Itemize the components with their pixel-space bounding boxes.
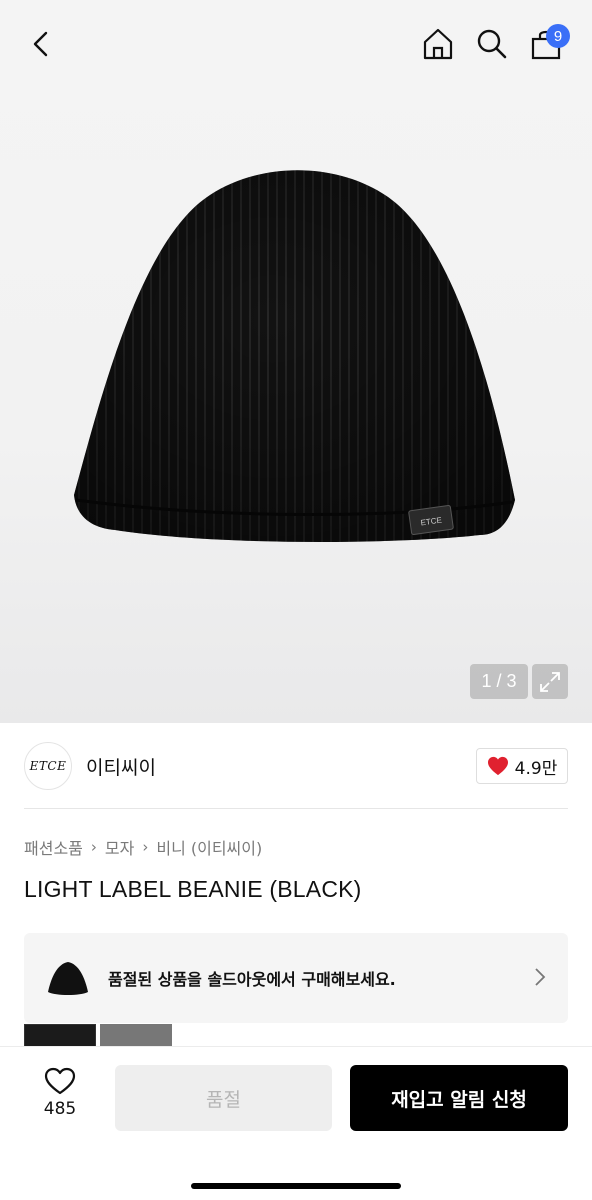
brand-logo[interactable]: ETCE (24, 742, 72, 790)
brand-like-count: 4.9만 (514, 758, 558, 779)
chevron-right-icon (535, 968, 546, 986)
brand-name[interactable]: 이티씨이 (86, 753, 156, 780)
back-button[interactable] (20, 22, 64, 66)
breadcrumb-item[interactable]: 모자 (105, 835, 134, 859)
expand-icon (540, 671, 560, 692)
heart-icon (487, 756, 508, 776)
image-pager-indicator: 1 / 3 (470, 664, 528, 699)
heart-outline-icon (44, 1067, 76, 1095)
home-indicator (191, 1183, 401, 1189)
banner-thumbnail (38, 948, 98, 1008)
search-button[interactable] (470, 22, 514, 66)
soldout-button: 품절 (115, 1065, 332, 1131)
bottom-action-bar: 485 품절 재입고 알림 신청 (0, 1046, 592, 1200)
chevron-right-icon: › (142, 838, 149, 856)
chevron-right-icon: › (90, 838, 97, 856)
divider (24, 808, 568, 809)
brand-like-button[interactable]: 4.9만 (476, 748, 568, 784)
restock-notification-button[interactable]: 재입고 알림 신청 (350, 1065, 568, 1131)
expand-image-button[interactable] (532, 664, 568, 699)
product-title: LIGHT LABEL BEANIE (BLACK) (24, 876, 362, 902)
top-navigation-bar: 9 (0, 0, 592, 90)
home-button[interactable] (416, 22, 460, 66)
color-option-thumbnails (24, 1024, 172, 1048)
breadcrumb-item[interactable]: 비니 (이티씨이) (156, 835, 262, 859)
back-arrow-icon (33, 31, 48, 57)
product-image-gallery[interactable]: ETCE 9 1 / 3 (0, 0, 592, 723)
search-icon (477, 29, 507, 59)
banner-text: 품절된 상품을 솔드아웃에서 구매해보세요. (108, 970, 396, 989)
soldout-market-banner[interactable]: 품절된 상품을 솔드아웃에서 구매해보세요. (24, 933, 568, 1023)
brand-row: ETCE 이티씨이 4.9만 (24, 741, 568, 791)
color-option-grey[interactable] (100, 1024, 172, 1048)
wishlist-count: 485 (43, 1099, 77, 1119)
cart-button[interactable]: 9 (524, 22, 570, 66)
color-option-black[interactable] (24, 1024, 96, 1048)
home-icon (423, 28, 453, 60)
product-image-beanie: ETCE (74, 170, 515, 542)
wishlist-button[interactable]: 485 (30, 1067, 90, 1119)
breadcrumb: 패션소품 › 모자 › 비니 (이티씨이) (24, 835, 262, 859)
cart-count-badge: 9 (546, 24, 570, 48)
breadcrumb-item[interactable]: 패션소품 (24, 835, 83, 859)
